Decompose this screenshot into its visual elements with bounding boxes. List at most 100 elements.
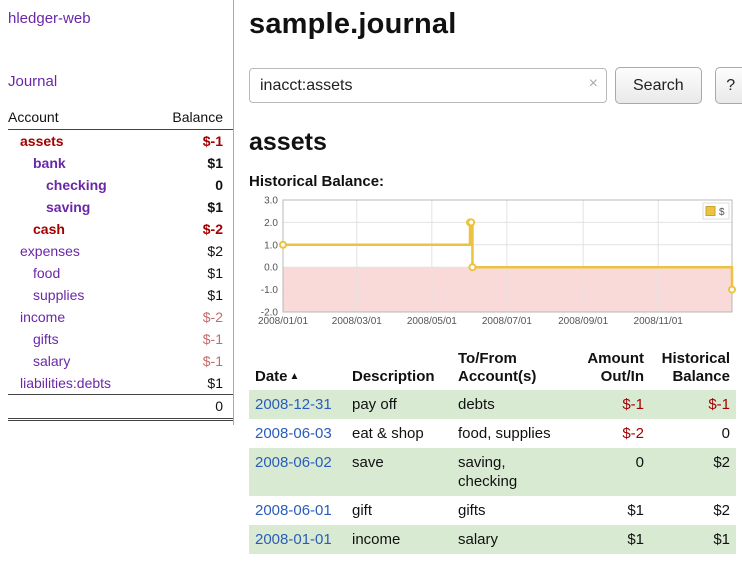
transaction-amount: $1 — [564, 496, 650, 525]
account-row-salary: salary $-1 — [8, 350, 233, 372]
account-link-food[interactable]: food — [33, 265, 60, 281]
transaction-amount: $-2 — [564, 419, 650, 448]
account-balance-income: $-2 — [150, 306, 233, 328]
register-row: 2008-06-01 gift gifts $1 $2 — [249, 496, 736, 525]
account-balance-bank: $1 — [150, 152, 233, 174]
sidebar-item-journal[interactable]: Journal — [8, 73, 233, 90]
register-header-balance: Historical Balance — [650, 346, 736, 390]
account-row-liabilities-debts: liabilities:debts $1 — [8, 372, 233, 395]
transaction-balance: $-1 — [650, 390, 736, 419]
svg-text:3.0: 3.0 — [264, 196, 278, 207]
accounts-table: Account Balance assets $-1 bank $1 check… — [8, 106, 233, 421]
account-balance-checking: 0 — [150, 174, 233, 196]
transaction-description: save — [346, 448, 452, 496]
svg-text:2.0: 2.0 — [264, 218, 278, 229]
accounts-header-balance: Balance — [150, 106, 233, 130]
transaction-date-link[interactable]: 2008-06-03 — [255, 425, 332, 442]
register-header-accounts: To/From Account(s) — [452, 346, 564, 390]
sort-ascending-icon: ▲ — [290, 371, 300, 382]
account-link-bank[interactable]: bank — [33, 155, 66, 171]
account-row-assets: assets $-1 — [8, 130, 233, 153]
clear-search-icon[interactable]: × — [589, 75, 598, 93]
accounts-header-row: Account Balance — [8, 106, 233, 130]
account-link-assets[interactable]: assets — [20, 133, 64, 149]
account-link-checking[interactable]: checking — [46, 177, 107, 193]
transaction-date-link[interactable]: 2008-01-01 — [255, 531, 332, 548]
account-heading: assets — [249, 128, 742, 157]
accounts-total-row: 0 — [8, 395, 233, 420]
date-header-label: Date — [255, 368, 288, 385]
svg-text:2008/05/01: 2008/05/01 — [407, 316, 457, 327]
transaction-amount: 0 — [564, 448, 650, 496]
chart-point — [468, 219, 474, 225]
account-row-checking: checking 0 — [8, 174, 233, 196]
transaction-date-link[interactable]: 2008-06-02 — [255, 454, 332, 471]
search-form: × Search ? — [249, 67, 742, 104]
app-window: hledger-web Journal Account Balance asse… — [0, 0, 742, 554]
account-balance-gifts: $-1 — [150, 328, 233, 350]
svg-text:-1.0: -1.0 — [261, 285, 279, 296]
transaction-amount: $-1 — [564, 390, 650, 419]
transaction-balance: 0 — [650, 419, 736, 448]
page-title: sample.journal — [249, 8, 742, 41]
transaction-accounts: debts — [452, 390, 564, 419]
transaction-date-link[interactable]: 2008-06-01 — [255, 502, 332, 519]
register-header-description: Description — [346, 346, 452, 390]
svg-text:2008/07/01: 2008/07/01 — [482, 316, 532, 327]
account-balance-cash: $-2 — [150, 218, 233, 240]
account-link-expenses[interactable]: expenses — [20, 243, 80, 259]
svg-text:2008/01/01: 2008/01/01 — [258, 316, 308, 327]
chart-title: Historical Balance: — [249, 173, 742, 190]
register-table: Date▲ Description To/From Account(s) Amo… — [249, 346, 736, 554]
account-link-saving[interactable]: saving — [46, 199, 90, 215]
account-row-expenses: expenses $2 — [8, 240, 233, 262]
accounts-header-account: Account — [8, 106, 150, 130]
balance-chart: 3.02.01.00.0-1.0-2.02008/01/012008/03/01… — [249, 194, 736, 330]
transaction-balance: $2 — [650, 448, 736, 496]
transaction-accounts: saving, checking — [452, 448, 564, 496]
svg-text:2008/09/01: 2008/09/01 — [558, 316, 608, 327]
register-header-row: Date▲ Description To/From Account(s) Amo… — [249, 346, 736, 390]
account-link-gifts[interactable]: gifts — [33, 331, 59, 347]
transaction-description: pay off — [346, 390, 452, 419]
account-balance-food: $1 — [150, 262, 233, 284]
search-box: × — [249, 68, 607, 103]
transaction-description: gift — [346, 496, 452, 525]
search-button[interactable]: Search — [615, 67, 702, 104]
account-link-liabilities-debts[interactable]: liabilities:debts — [20, 375, 111, 391]
register-header-date[interactable]: Date▲ — [249, 346, 346, 390]
transaction-balance: $1 — [650, 525, 736, 554]
account-balance-expenses: $2 — [150, 240, 233, 262]
account-balance-liabilities-debts: $1 — [150, 372, 233, 395]
account-balance-salary: $-1 — [150, 350, 233, 372]
transaction-accounts: food, supplies — [452, 419, 564, 448]
register-row: 2008-06-02 save saving, checking 0 $2 — [249, 448, 736, 496]
account-row-gifts: gifts $-1 — [8, 328, 233, 350]
chart-point — [469, 264, 475, 270]
transaction-accounts: gifts — [452, 496, 564, 525]
transaction-amount: $1 — [564, 525, 650, 554]
svg-text:1.0: 1.0 — [264, 240, 278, 251]
account-link-income[interactable]: income — [20, 309, 65, 325]
transaction-description: eat & shop — [346, 419, 452, 448]
search-input[interactable] — [249, 68, 607, 103]
svg-text:0.0: 0.0 — [264, 263, 278, 274]
app-title-link[interactable]: hledger-web — [8, 10, 233, 27]
transaction-description: income — [346, 525, 452, 554]
svg-text:$: $ — [719, 207, 725, 218]
transaction-date-link[interactable]: 2008-12-31 — [255, 396, 332, 413]
legend-swatch — [706, 207, 715, 216]
account-row-cash: cash $-2 — [8, 218, 233, 240]
main-content: sample.journal × Search ? assets Histori… — [234, 0, 742, 554]
account-row-income: income $-2 — [8, 306, 233, 328]
svg-text:2008/11/01: 2008/11/01 — [634, 316, 684, 327]
register-header-amount: Amount Out/In — [564, 346, 650, 390]
register-row: 2008-01-01 income salary $1 $1 — [249, 525, 736, 554]
account-row-supplies: supplies $1 — [8, 284, 233, 306]
transaction-accounts: salary — [452, 525, 564, 554]
account-link-supplies[interactable]: supplies — [33, 287, 84, 303]
help-button[interactable]: ? — [715, 67, 742, 104]
account-link-cash[interactable]: cash — [33, 221, 65, 237]
account-balance-assets: $-1 — [150, 130, 233, 153]
account-link-salary[interactable]: salary — [33, 353, 70, 369]
